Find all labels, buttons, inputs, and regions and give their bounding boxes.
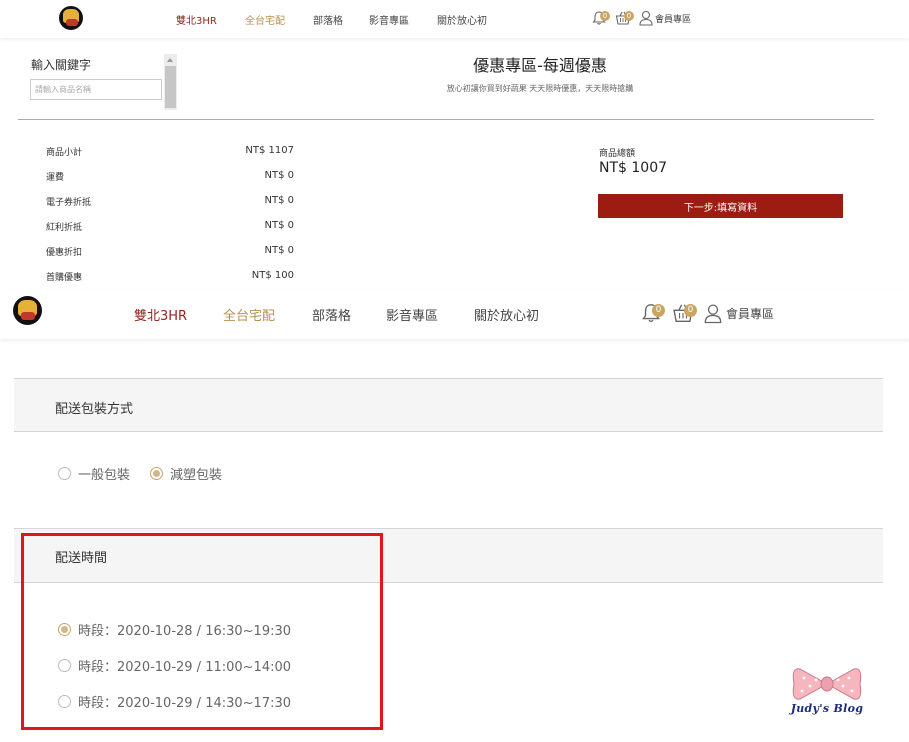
nav-item-about[interactable]: 關於放心初 [474, 305, 539, 324]
top-nav: 雙北3HR 全台宅配 部落格 影音專區 關於放心初 0 0 會員專區 [0, 0, 909, 38]
option-label: 減塑包裝 [170, 468, 223, 483]
summary-value: NT$ 1107 [245, 145, 294, 156]
summary-row-ecoupon: 電子券折抵 NT$ 0 [46, 195, 294, 209]
user-icon[interactable] [704, 303, 722, 324]
brand-logo[interactable] [13, 296, 42, 325]
summary-label: 紅利折抵 [46, 223, 83, 233]
highlight-box [21, 533, 383, 730]
blog-watermark: Judy's Blog [786, 664, 868, 722]
total-label: 商品總額 [599, 149, 636, 159]
scrollbar-thumb[interactable] [165, 66, 176, 108]
search-title: 輸入關鍵字 [31, 58, 92, 72]
next-step-button[interactable]: 下一步:填寫資料 [598, 194, 843, 218]
member-area-link[interactable]: 會員專區 [655, 12, 691, 25]
summary-value: NT$ 0 [264, 195, 295, 206]
summary-label: 優惠折扣 [46, 248, 83, 258]
divider [18, 119, 874, 120]
nav-item-video[interactable]: 影音專區 [386, 305, 438, 324]
scrollbar[interactable] [164, 54, 177, 110]
summary-row-first-purchase: 首購優惠 NT$ 100 [46, 270, 294, 284]
nav-item-about[interactable]: 關於放心初 [437, 12, 487, 27]
cart-button[interactable]: 0 [615, 9, 637, 27]
watermark-text: Judy's Blog [790, 702, 864, 715]
nav-item-blog[interactable]: 部落格 [313, 12, 343, 27]
cart-count-badge: 0 [624, 11, 634, 21]
nav-item-video[interactable]: 影音專區 [369, 12, 409, 27]
nav-item-delivery[interactable]: 全台宅配 [223, 305, 275, 324]
nav-item-3hr[interactable]: 雙北3HR [134, 305, 187, 324]
nav-item-blog[interactable]: 部落格 [312, 305, 351, 324]
summary-row-shipping: 運費 NT$ 0 [46, 170, 294, 184]
option-label: 一般包裝 [78, 468, 131, 483]
summary-value: NT$ 100 [251, 270, 294, 281]
packaging-option-eco[interactable]: 減塑包裝 [150, 464, 222, 483]
summary-value: NT$ 0 [264, 245, 295, 256]
summary-value: NT$ 0 [264, 170, 295, 181]
promo-title: 優惠專區-每週優惠 [473, 56, 607, 75]
packaging-section-header: 配送包裝方式 [14, 378, 883, 432]
summary-row-bonus: 紅利折抵 NT$ 0 [46, 220, 294, 234]
summary-label: 運費 [46, 173, 65, 183]
notification-count-badge: 0 [600, 11, 610, 21]
top-nav-zoomed: 雙北3HR 全台宅配 部落格 影音專區 關於放心初 0 0 會員專區 [0, 291, 909, 339]
summary-label: 電子券折抵 [46, 198, 92, 208]
cart-button[interactable]: 0 [672, 301, 701, 325]
summary-row-subtotal: 商品小計 NT$ 1107 [46, 145, 294, 159]
total-value: NT$ 1007 [599, 160, 668, 176]
cart-count-badge: 0 [684, 304, 697, 317]
radio-button[interactable] [58, 467, 71, 480]
notification-button[interactable]: 0 [640, 301, 669, 325]
packaging-option-standard[interactable]: 一般包裝 [58, 464, 130, 483]
bow-icon [792, 668, 862, 700]
promo-subtitle: 放心初讓你買到好蔬果 天天限時優惠，天天限時搶購 [446, 84, 634, 93]
notification-button[interactable]: 0 [591, 9, 613, 27]
summary-label: 商品小計 [46, 148, 83, 158]
summary-label: 首購優惠 [46, 273, 83, 283]
brand-logo[interactable] [59, 6, 83, 30]
packaging-title: 配送包裝方式 [55, 402, 134, 417]
member-area-link[interactable]: 會員專區 [726, 305, 774, 322]
notification-count-badge: 0 [652, 304, 665, 317]
search-input[interactable] [30, 79, 162, 100]
radio-button[interactable] [150, 467, 163, 480]
summary-value: NT$ 0 [264, 220, 295, 231]
user-icon[interactable] [639, 10, 653, 26]
summary-row-discount: 優惠折扣 NT$ 0 [46, 245, 294, 259]
scroll-up-arrow-icon[interactable] [167, 58, 173, 62]
nav-item-3hr[interactable]: 雙北3HR [176, 12, 217, 27]
nav-item-delivery[interactable]: 全台宅配 [245, 12, 285, 27]
